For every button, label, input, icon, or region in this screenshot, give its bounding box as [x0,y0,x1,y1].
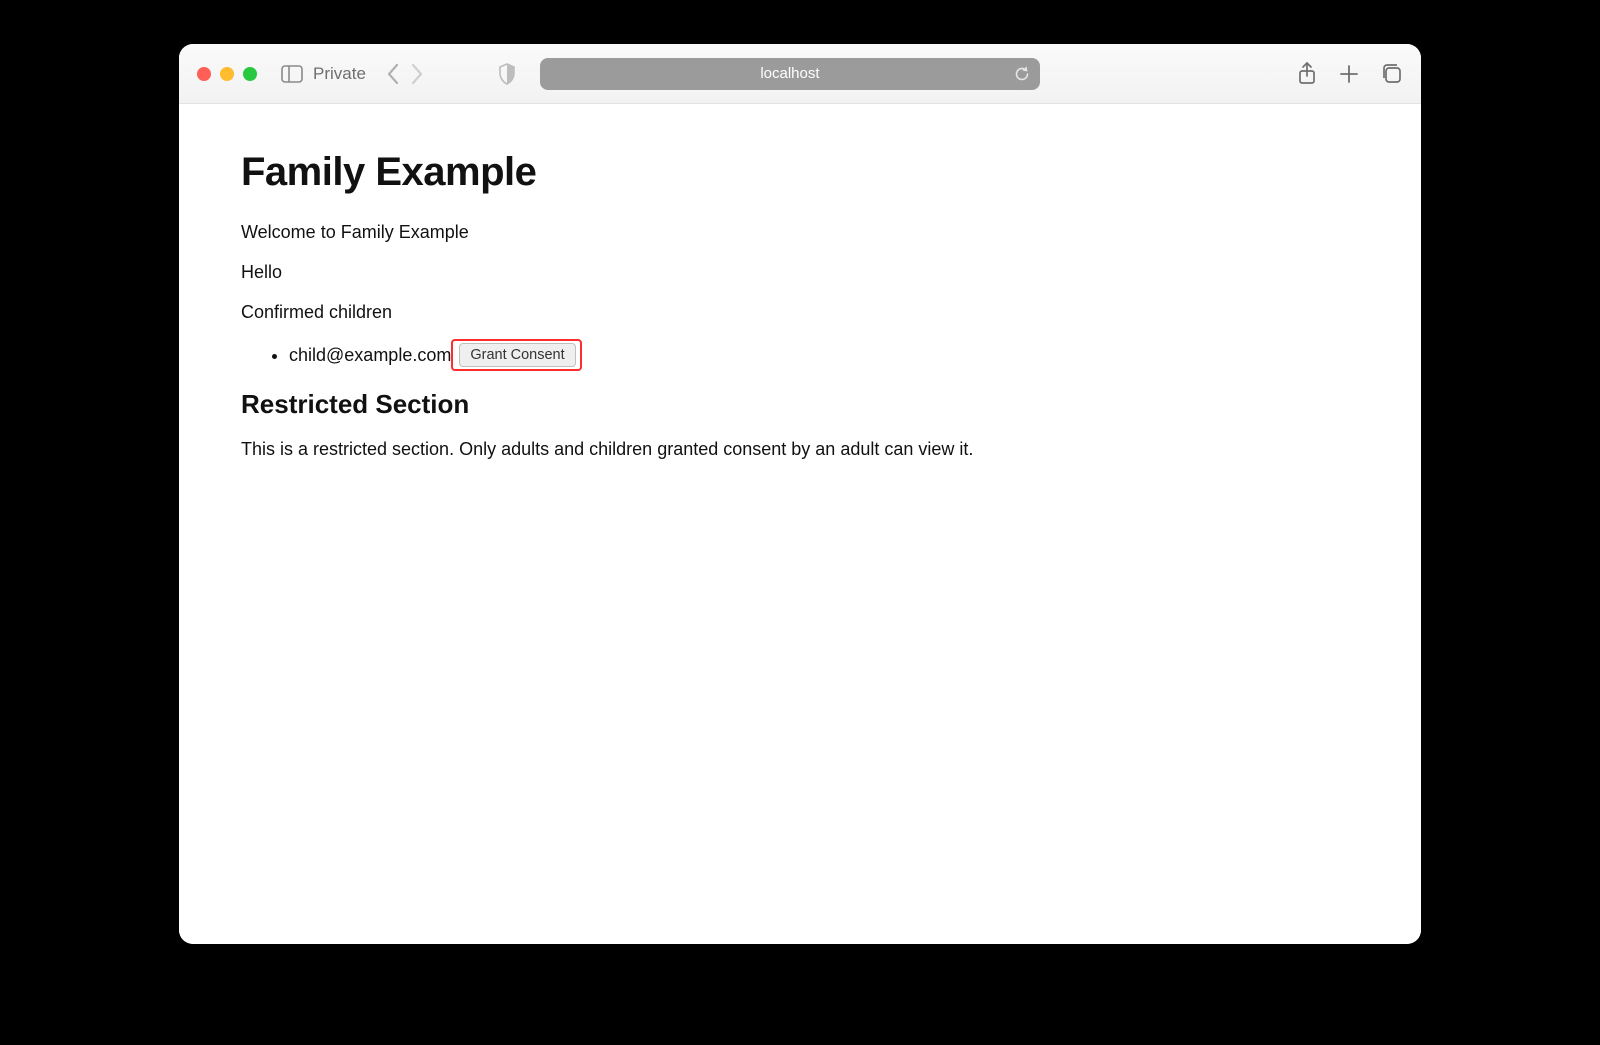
browser-window: Private localhost [179,44,1421,944]
child-list-item: child@example.com Grant Consent [289,339,1363,371]
address-bar-text: localhost [760,65,819,82]
browser-toolbar: Private localhost [179,44,1421,104]
page-content: Family Example Welcome to Family Example… [179,104,1421,944]
restricted-heading: Restricted Section [241,389,1363,420]
private-mode-label: Private [313,64,366,84]
reload-icon[interactable] [1014,66,1030,82]
restricted-body: This is a restricted section. Only adult… [241,436,1363,462]
forward-button[interactable] [410,63,424,85]
welcome-text: Welcome to Family Example [241,219,1363,245]
greeting-text: Hello [241,259,1363,285]
annotation-highlight: Grant Consent [451,339,581,371]
confirmed-children-label: Confirmed children [241,299,1363,325]
child-email: child@example.com [289,345,451,366]
children-list: child@example.com Grant Consent [241,339,1363,371]
close-window-button[interactable] [197,67,211,81]
tabs-overview-icon[interactable] [1381,63,1403,85]
back-button[interactable] [386,63,400,85]
sidebar-toggle-icon[interactable] [281,65,303,83]
address-bar[interactable]: localhost [540,58,1040,90]
toolbar-right-group [1297,62,1403,86]
grant-consent-button[interactable]: Grant Consent [459,343,575,367]
navigation-arrows [386,63,424,85]
minimize-window-button[interactable] [220,67,234,81]
page-title: Family Example [241,150,1363,195]
share-icon[interactable] [1297,62,1317,86]
new-tab-icon[interactable] [1339,64,1359,84]
fullscreen-window-button[interactable] [243,67,257,81]
window-controls [197,67,257,81]
privacy-shield-icon[interactable] [498,63,516,85]
